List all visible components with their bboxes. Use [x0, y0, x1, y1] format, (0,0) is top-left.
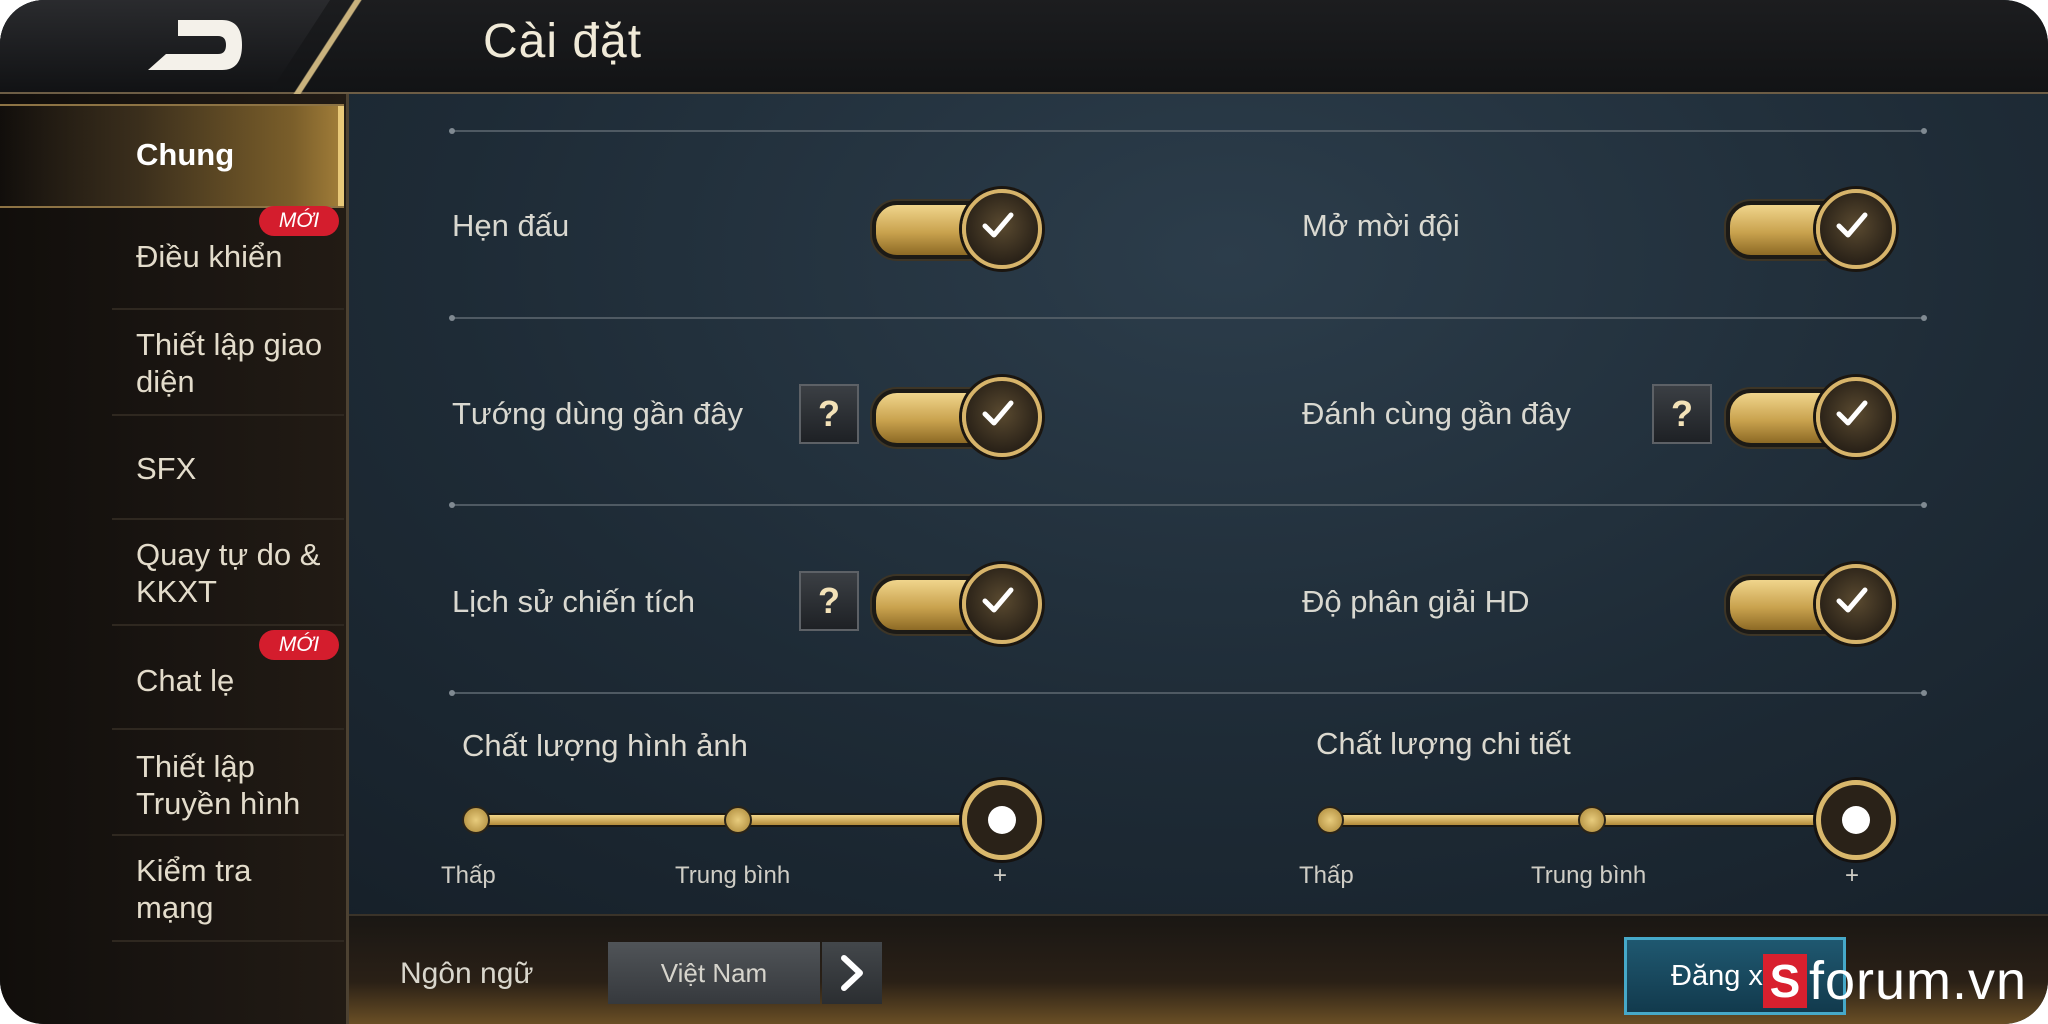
toggle-hen-dau[interactable] — [872, 189, 1042, 269]
toggle-lich-su[interactable] — [872, 564, 1042, 644]
divider-line — [449, 315, 1927, 321]
sidebar-item-label: Chung — [136, 137, 235, 172]
check-icon — [962, 377, 1042, 457]
setting-label-hd: Độ phân giải HD — [1302, 584, 1530, 619]
tick-label-mid: Trung bình — [675, 862, 791, 889]
sidebar-item-label: Kiểm tra mạng — [136, 853, 252, 925]
sidebar-item-kiem-tra-mang[interactable]: Kiểm tra mạng — [0, 836, 344, 942]
header-bar: Cài đặt — [0, 0, 2048, 94]
slider-stop-low — [1316, 806, 1344, 834]
chevron-right-icon — [841, 955, 863, 991]
language-next-button[interactable] — [822, 942, 882, 1004]
toggle-mo-moi-doi[interactable] — [1726, 189, 1896, 269]
toggle-danh-cung[interactable] — [1726, 377, 1896, 457]
check-icon — [962, 564, 1042, 644]
divider-line — [449, 690, 1927, 696]
language-select[interactable]: Việt Nam — [608, 942, 820, 1004]
sidebar-item-sfx[interactable]: SFX — [0, 416, 344, 520]
active-marker — [338, 106, 344, 206]
sidebar-item-label: Quay tự do & KKXT — [136, 537, 321, 609]
divider-line — [449, 128, 1927, 134]
setting-label-tuong-dung: Tướng dùng gần đây — [452, 396, 744, 431]
slider-title-image-quality: Chất lượng hình ảnh — [462, 728, 748, 763]
divider-line — [449, 502, 1927, 508]
settings-screen: Cài đặt Chung MỚI Điều khiển Thiết lập g… — [0, 0, 2048, 1024]
toggle-tuong-dung[interactable] — [872, 377, 1042, 457]
sidebar-item-quay-tu-do[interactable]: Quay tự do & KKXT — [0, 520, 344, 626]
check-icon — [1816, 189, 1896, 269]
watermark-s: S — [1763, 954, 1807, 1008]
check-icon — [1816, 564, 1896, 644]
check-icon — [962, 189, 1042, 269]
help-button[interactable]: ? — [1652, 384, 1712, 444]
sidebar-item-thiet-lap-giao-dien[interactable]: Thiết lập giao diện — [0, 310, 344, 416]
tick-label-high: + — [1845, 862, 1860, 889]
tick-label-high: + — [993, 862, 1008, 889]
slider-stop-mid — [724, 806, 752, 834]
watermark-text: forum.vn — [1809, 951, 2028, 1011]
tick-label-low: Thấp — [441, 862, 496, 889]
setting-label-hen-dau: Hẹn đấu — [452, 208, 570, 243]
slider-detail-quality[interactable] — [1316, 778, 1896, 860]
slider-stop-low — [462, 806, 490, 834]
slider-title-detail-quality: Chất lượng chi tiết — [1316, 726, 1571, 761]
slider-image-quality[interactable] — [462, 778, 1042, 860]
sidebar: Chung MỚI Điều khiển Thiết lập giao diện… — [0, 94, 349, 1024]
sidebar-item-chung[interactable]: Chung — [0, 104, 344, 208]
setting-label-lich-su: Lịch sử chiến tích — [452, 584, 696, 619]
new-badge: MỚI — [259, 206, 339, 236]
check-icon — [1816, 377, 1896, 457]
slider-stop-mid — [1578, 806, 1606, 834]
sidebar-item-chat-le[interactable]: MỚI Chat lẹ — [0, 626, 344, 730]
new-badge: MỚI — [259, 630, 339, 660]
toggle-hd[interactable] — [1726, 564, 1896, 644]
page-title: Cài đặt — [483, 15, 643, 68]
sidebar-item-dieu-khien[interactable]: MỚI Điều khiển — [0, 206, 344, 310]
sidebar-item-label: Thiết lập Truyền hình — [136, 749, 301, 821]
sidebar-item-label: Thiết lập giao diện — [136, 327, 323, 399]
setting-label-danh-cung: Đánh cùng gần đây — [1302, 396, 1571, 431]
back-button[interactable] — [138, 14, 250, 76]
sidebar-item-truyen-hinh[interactable]: Thiết lập Truyền hình — [0, 730, 344, 836]
divider — [112, 940, 344, 942]
slider-thumb[interactable] — [1816, 780, 1896, 860]
setting-label-mo-moi-doi: Mở mời đội — [1302, 208, 1460, 243]
sidebar-item-label: Chat lẹ — [136, 663, 235, 698]
help-button[interactable]: ? — [799, 571, 859, 631]
language-label: Ngôn ngữ — [400, 957, 534, 990]
tick-label-low: Thấp — [1299, 862, 1354, 889]
help-button[interactable]: ? — [799, 384, 859, 444]
tick-label-mid: Trung bình — [1531, 862, 1647, 889]
back-arrow-icon — [148, 20, 242, 70]
slider-thumb[interactable] — [962, 780, 1042, 860]
sidebar-item-label: Điều khiển — [136, 239, 283, 274]
sidebar-item-label: SFX — [136, 451, 197, 486]
